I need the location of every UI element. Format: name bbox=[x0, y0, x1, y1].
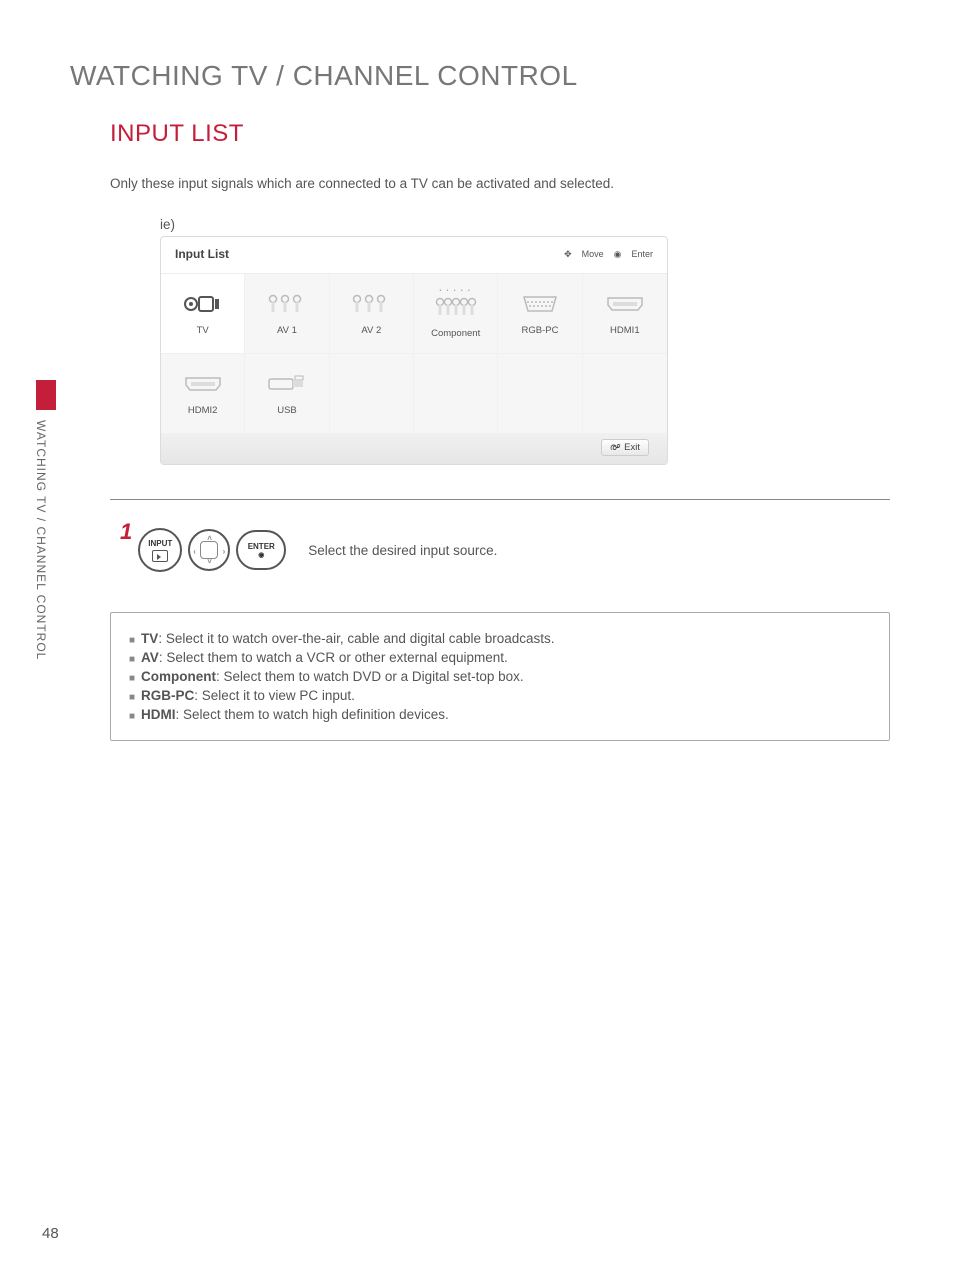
divider bbox=[110, 499, 890, 500]
dpad-remote-button[interactable]: ˄ ˅ ‹ › bbox=[188, 529, 230, 571]
move-label: Move bbox=[582, 249, 604, 259]
bullet-icon: ■ bbox=[129, 635, 135, 650]
input-cell[interactable]: AV 2 bbox=[330, 274, 414, 354]
example-label: ie) bbox=[160, 217, 890, 232]
panel-title: Input List bbox=[175, 247, 229, 261]
enter-dot-icon: ◉ bbox=[258, 551, 264, 559]
input-label: Component bbox=[431, 328, 480, 339]
description-text: RGB-PC: Select it to view PC input. bbox=[141, 688, 355, 703]
input-label: HDMI1 bbox=[610, 325, 640, 336]
input-cell[interactable]: HDMI2 bbox=[161, 354, 245, 434]
step-instruction: Select the desired input source. bbox=[308, 543, 497, 558]
selection-indicator: • • • • • bbox=[440, 288, 472, 292]
rca3-icon bbox=[265, 291, 309, 317]
input-cell[interactable]: HDMI1 bbox=[583, 274, 667, 354]
enter-remote-button[interactable]: ENTER ◉ bbox=[236, 530, 286, 570]
step-number: 1 bbox=[120, 519, 132, 545]
enter-dot-icon: ◉ bbox=[614, 249, 622, 260]
enter-label: Enter bbox=[631, 249, 653, 259]
input-descriptions-box: ■ TV: Select it to watch over-the-air, ca… bbox=[110, 612, 890, 741]
bullet-icon: ■ bbox=[129, 711, 135, 726]
description-item: ■AV: Select them to watch a VCR or other… bbox=[129, 650, 871, 665]
move-icon: ✥ bbox=[564, 249, 572, 260]
panel-hints: ✥ Move ◉ Enter bbox=[564, 249, 653, 260]
description-text: HDMI: Select them to watch high definiti… bbox=[141, 707, 449, 722]
page-number: 48 bbox=[42, 1225, 59, 1242]
side-tab bbox=[36, 380, 56, 410]
input-remote-button[interactable]: INPUT bbox=[138, 528, 182, 572]
input-list-panel: Input List ✥ Move ◉ Enter TV AV 1 AV 2 • • … bbox=[160, 236, 668, 465]
hdmi-icon bbox=[603, 291, 647, 317]
vga-icon bbox=[518, 291, 562, 317]
exit-button[interactable]: ൙ Exit bbox=[601, 439, 649, 456]
input-grid: TV AV 1 AV 2 • • • • • Component RGB-PC HDMI1 H… bbox=[161, 274, 667, 434]
panel-header: Input List ✥ Move ◉ Enter bbox=[161, 237, 667, 274]
input-cell bbox=[414, 354, 498, 434]
description-text: AV: Select them to watch a VCR or other … bbox=[141, 650, 508, 665]
description-item: ■Component: Select them to watch DVD or … bbox=[129, 669, 871, 684]
input-cell[interactable]: AV 1 bbox=[245, 274, 329, 354]
input-cell[interactable]: RGB-PC bbox=[498, 274, 582, 354]
exit-label: Exit bbox=[624, 442, 640, 453]
bullet-icon: ■ bbox=[129, 673, 135, 688]
description-text: TV: Select it to watch over-the-air, cab… bbox=[141, 631, 554, 646]
bullet-icon: ■ bbox=[129, 692, 135, 707]
hdmi-icon bbox=[181, 371, 225, 397]
rca5-icon bbox=[434, 294, 478, 320]
input-label: USB bbox=[277, 405, 297, 416]
description-item: ■RGB-PC: Select it to view PC input. bbox=[129, 688, 871, 703]
panel-footer: ൙ Exit bbox=[161, 434, 667, 464]
description-item: ■TV: Select it to watch over-the-air, ca… bbox=[129, 631, 871, 646]
input-label: HDMI2 bbox=[188, 405, 218, 416]
description-text: Component: Select them to watch DVD or a… bbox=[141, 669, 524, 684]
input-cell bbox=[330, 354, 414, 434]
rca3-icon bbox=[349, 291, 393, 317]
chevron-up-icon: ˄ bbox=[207, 534, 212, 543]
input-cell bbox=[583, 354, 667, 434]
enter-button-label: ENTER bbox=[248, 542, 275, 551]
input-button-label: INPUT bbox=[148, 539, 172, 548]
input-label: RGB-PC bbox=[522, 325, 559, 336]
section-title: INPUT LIST bbox=[110, 120, 890, 148]
input-source-icon bbox=[152, 550, 168, 562]
side-section-label: WATCHING TV / CHANNEL CONTROL bbox=[34, 420, 48, 660]
input-label: TV bbox=[197, 325, 209, 336]
input-cell[interactable]: • • • • • Component bbox=[414, 274, 498, 354]
chevron-left-icon: ‹ bbox=[193, 547, 196, 556]
description-item: ■HDMI: Select them to watch high definit… bbox=[129, 707, 871, 722]
usb-icon bbox=[265, 371, 309, 397]
chevron-down-icon: ˅ bbox=[207, 557, 212, 566]
intro-text: Only these input signals which are conne… bbox=[110, 176, 890, 191]
step-row: 1 INPUT ˄ ˅ ‹ › ENTER ◉ Select the desir… bbox=[120, 528, 890, 572]
page-title: WATCHING TV / CHANNEL CONTROL bbox=[70, 60, 890, 92]
tv-icon bbox=[181, 291, 225, 317]
input-cell bbox=[498, 354, 582, 434]
bullet-icon: ■ bbox=[129, 654, 135, 669]
input-label: AV 1 bbox=[277, 325, 297, 336]
chevron-right-icon: › bbox=[223, 547, 226, 556]
input-cell[interactable]: USB bbox=[245, 354, 329, 434]
exit-icon: ൙ bbox=[610, 442, 620, 453]
input-cell[interactable]: TV bbox=[161, 274, 245, 354]
input-label: AV 2 bbox=[361, 325, 381, 336]
